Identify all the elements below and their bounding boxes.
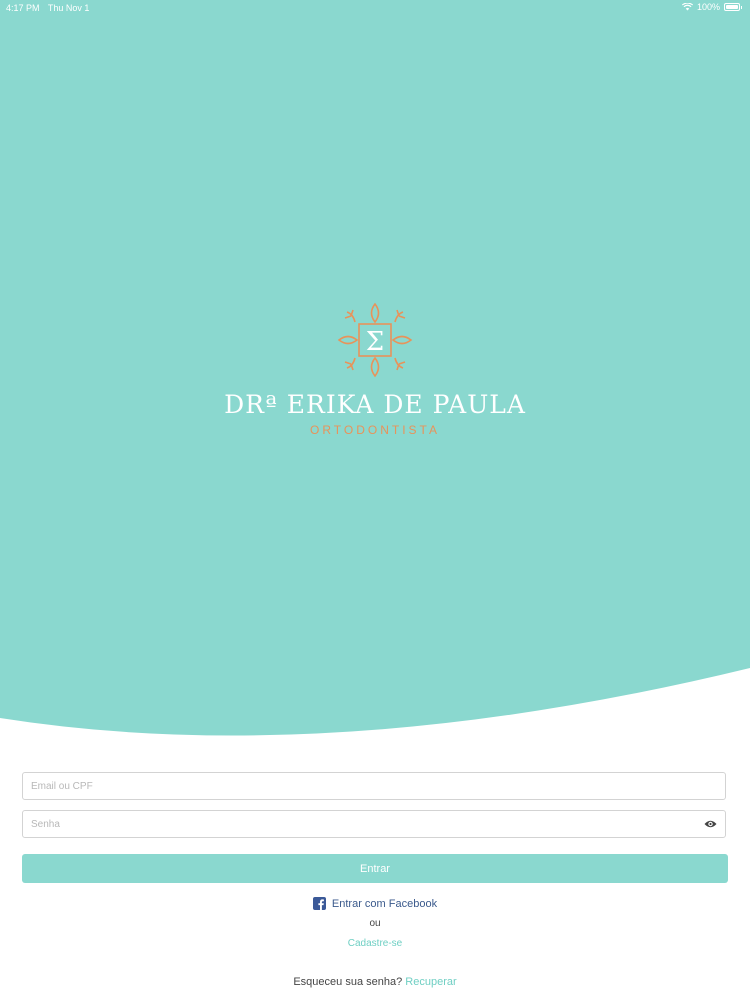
password-field[interactable] — [22, 810, 726, 838]
status-bar: 4:17 PM Thu Nov 1 100% — [0, 0, 750, 16]
wifi-icon — [681, 3, 693, 11]
battery-icon — [724, 3, 740, 11]
password-input[interactable] — [23, 811, 725, 837]
facebook-icon — [312, 897, 326, 910]
brand-logo: Σ DRª ERIKA DE PAULA ORTODONTISTA — [0, 300, 750, 437]
email-input[interactable] — [23, 773, 725, 799]
forgot-password-text: Esqueceu sua senha? — [293, 976, 403, 988]
brand-subtitle: ORTODONTISTA — [309, 423, 440, 437]
status-time: 4:17 PM — [6, 3, 40, 13]
facebook-login-link[interactable]: Entrar com Facebook — [0, 897, 750, 910]
forgot-password-row: Esqueceu sua senha? Recuperar — [0, 976, 750, 988]
email-field[interactable] — [22, 772, 726, 800]
brand-name: DRª ERIKA DE PAULA — [224, 390, 526, 419]
facebook-login-label: Entrar com Facebook — [331, 897, 438, 910]
logo-ornament-icon: Σ — [337, 302, 413, 378]
signup-link[interactable]: Cadastre-se — [0, 938, 750, 949]
battery-tip — [741, 5, 742, 9]
or-separator: ou — [369, 918, 381, 929]
status-date: Thu Nov 1 — [47, 3, 90, 13]
battery-percent: 100% — [696, 2, 720, 12]
logo-monogram: Σ — [366, 327, 384, 357]
recover-password-link[interactable]: Recuperar — [405, 976, 456, 988]
hero-banner: 4:17 PM Thu Nov 1 100% Σ DRª ERIKA DE PA… — [0, 0, 750, 745]
submit-button[interactable]: Entrar — [22, 854, 728, 883]
eye-icon[interactable] — [704, 819, 717, 829]
